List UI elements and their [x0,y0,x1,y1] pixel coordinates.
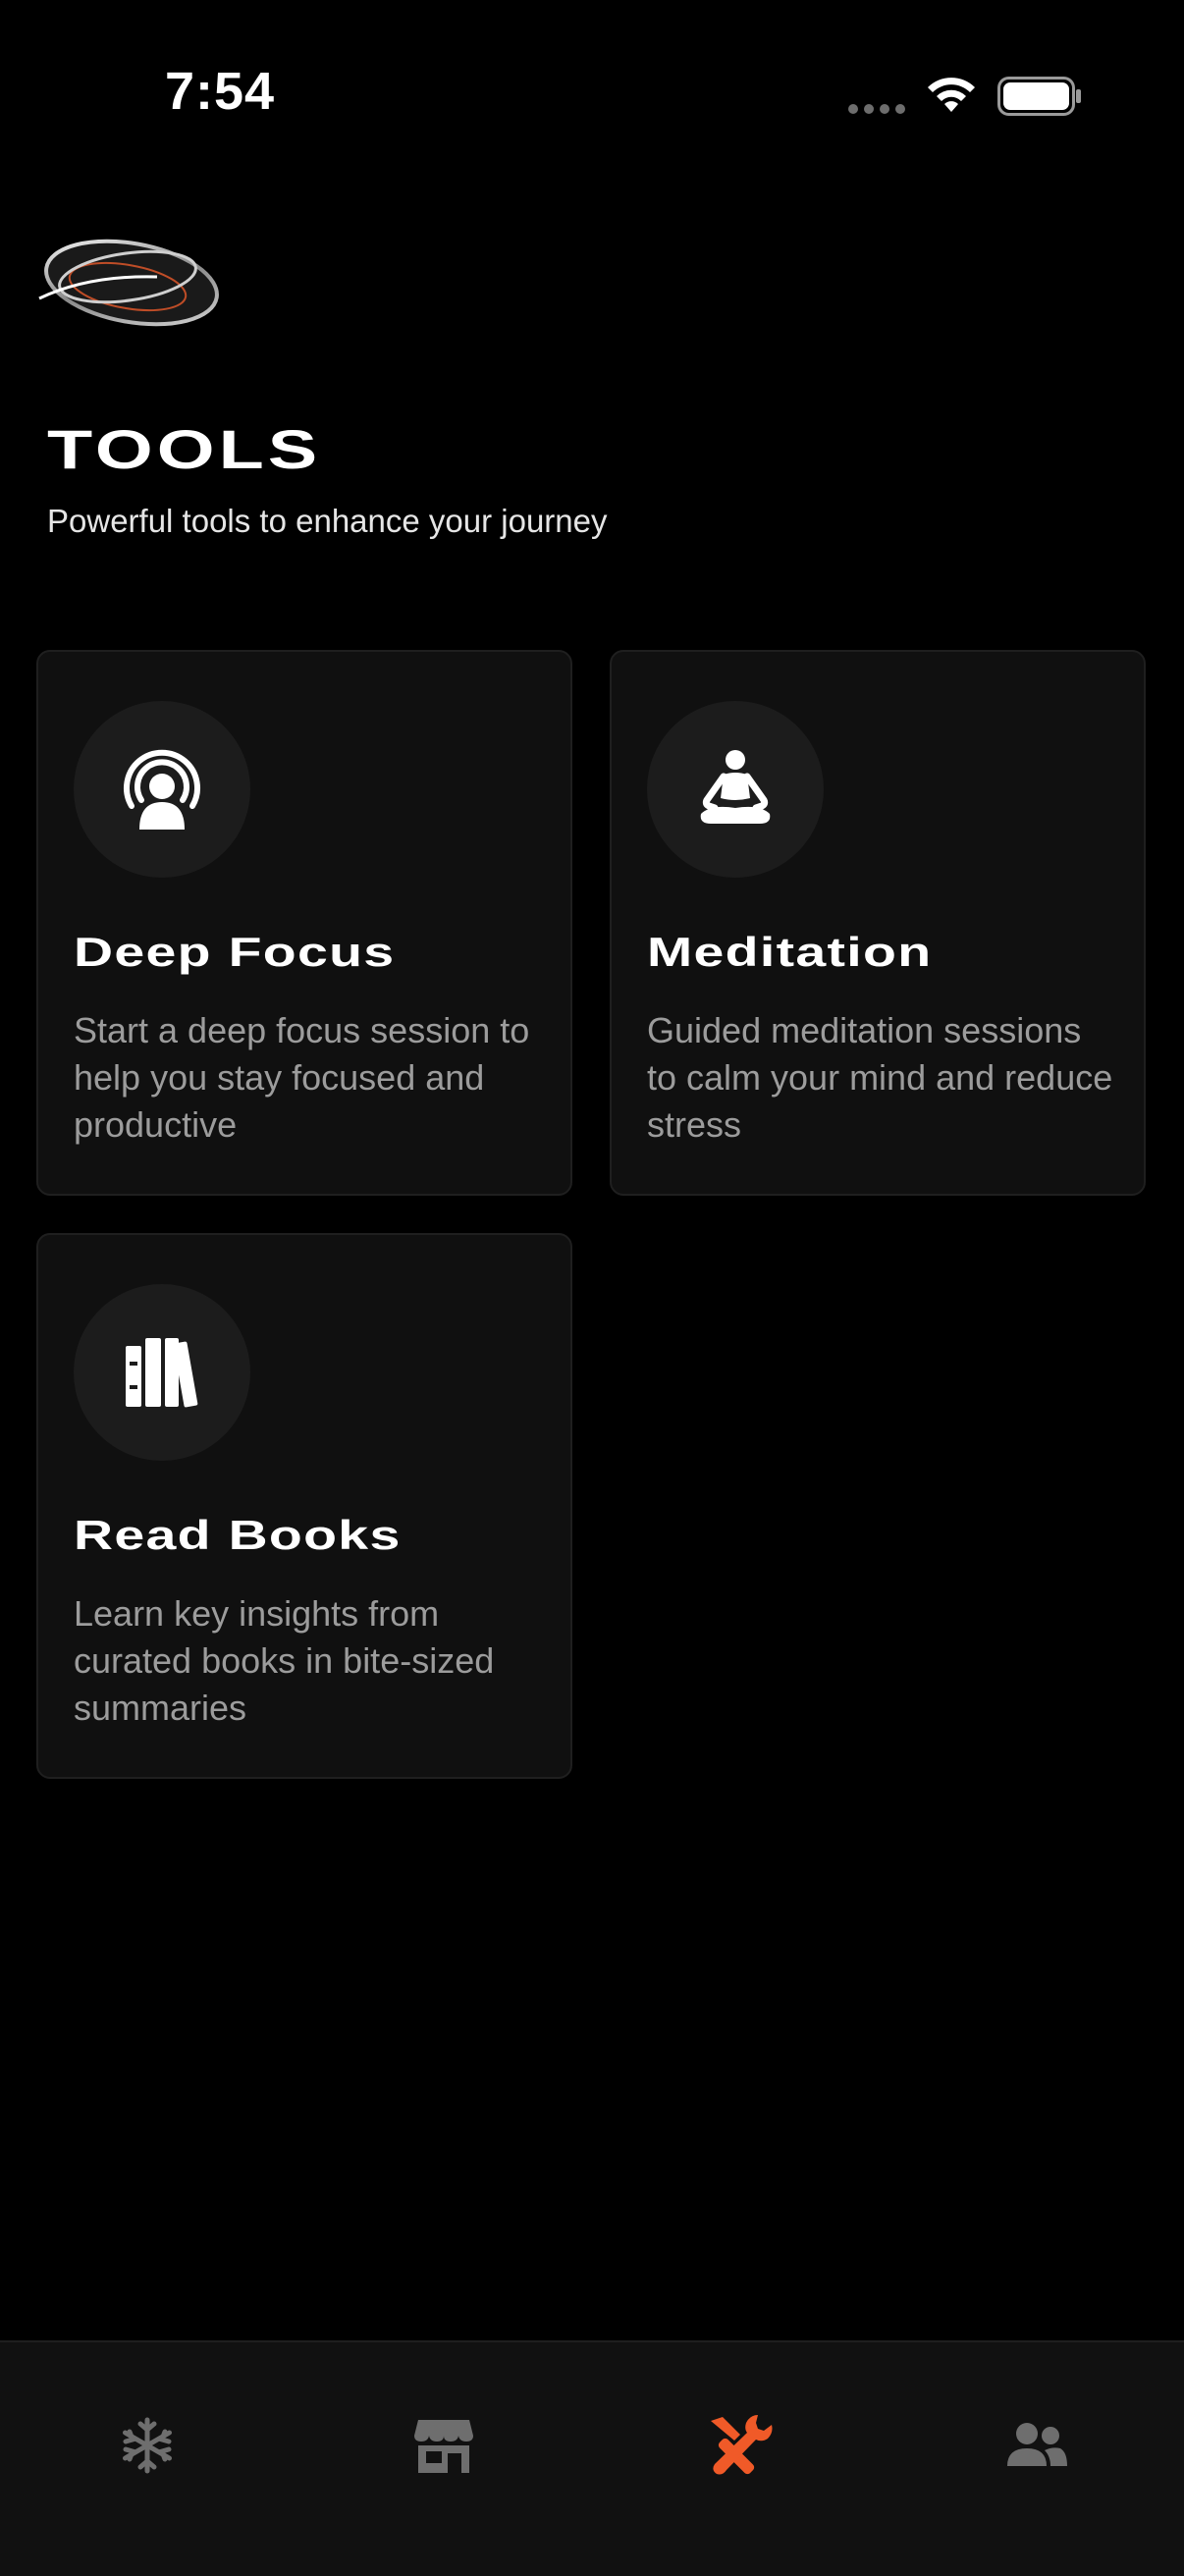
page-title: TOOLS [47,418,322,480]
tools-icon [711,2415,773,2475]
nav-item-snowflake[interactable] [88,2401,206,2490]
users-icon [1007,2423,1067,2466]
card-title: Read Books [74,1512,402,1558]
ring-logo-icon [38,239,219,327]
nav-item-users[interactable] [978,2401,1096,2490]
meditation-icon [700,750,771,824]
status-time: 7:54 [165,62,276,121]
card-icon-circle [74,701,250,878]
nav-item-tools[interactable] [679,2401,797,2490]
nav-item-store[interactable] [385,2401,503,2490]
focus-broadcast-icon [124,749,200,830]
page-subtitle: Powerful tools to enhance your journey [47,503,608,539]
card-title: Deep Focus [74,929,396,975]
status-bar: 7:54 [0,0,1184,196]
battery-icon [997,77,1081,116]
deep-focus-card[interactable]: Deep Focus Start a deep focus session to… [36,650,572,1196]
store-icon [414,2420,473,2473]
snowflake-icon [123,2417,172,2474]
bottom-nav [0,2340,1184,2576]
meditation-card[interactable]: Meditation Guided meditation sessions to… [610,650,1146,1196]
cellular-dots-icon [848,104,905,114]
wifi-icon [928,78,975,112]
card-description: Learn key insights from curated books in… [74,1593,495,1728]
card-description: Guided meditation sessions to calm your … [647,1010,1113,1145]
card-icon-circle [74,1284,250,1461]
card-title: Meditation [647,929,933,975]
read-books-card[interactable]: Read Books Learn key insights from curat… [36,1233,572,1779]
card-description: Start a deep focus session to help you s… [74,1010,530,1145]
card-icon-circle [647,701,824,878]
books-icon [126,1338,198,1408]
